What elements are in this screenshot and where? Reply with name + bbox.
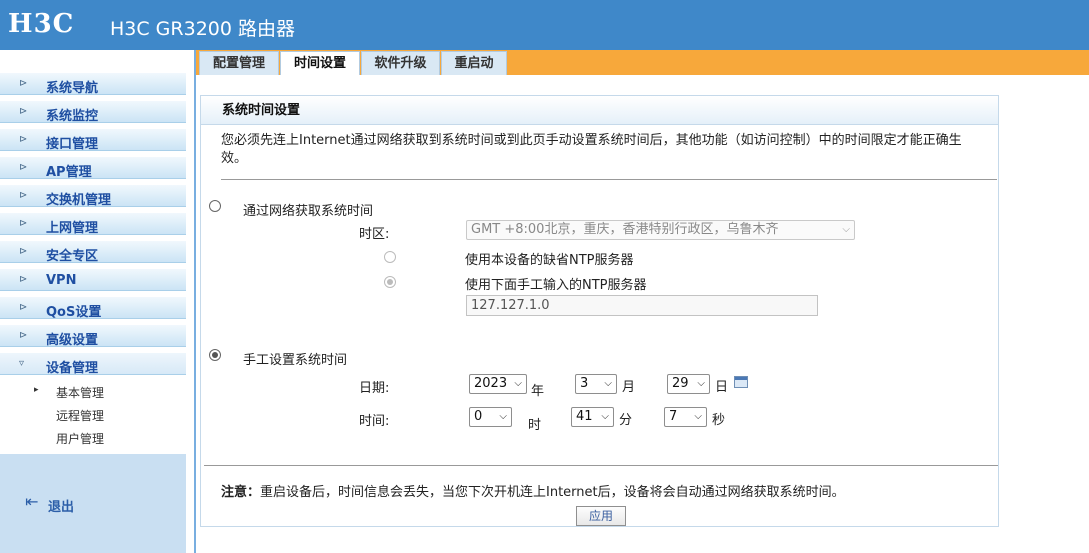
sidebar-item-ap[interactable]: ⊳ AP管理	[0, 154, 194, 182]
chevron-down-icon: ⌵	[604, 378, 612, 389]
ntp-manual-label: 使用下面手工输入的NTP服务器	[465, 278, 647, 293]
year-unit: 年	[531, 384, 545, 399]
time-label: 时间:	[359, 414, 390, 429]
expand-arrow-icon: ⊳	[19, 106, 28, 117]
network-time-radio[interactable]	[209, 200, 221, 212]
sidebar-item-system-nav[interactable]: ⊳ 系统导航	[0, 70, 194, 98]
chevron-down-icon: ⌵	[842, 224, 850, 235]
logout-icon[interactable]: ⇤	[25, 492, 38, 511]
tab-bar: 配置管理 时间设置 软件升级 重启动	[196, 50, 1089, 75]
submenu-item-remote[interactable]: 远程管理	[0, 403, 194, 426]
minute-select[interactable]: 41 ⌵	[571, 407, 614, 427]
month-unit: 月	[622, 380, 636, 395]
submenu-item-users[interactable]: 用户管理	[0, 426, 194, 449]
network-time-label: 通过网络获取系统时间	[243, 204, 374, 219]
note-text: 注意：重启设备后，时间信息会丢失，当您下次开机连上Internet后，设备将会自…	[221, 485, 845, 500]
expand-arrow-icon: ⊳	[19, 162, 28, 173]
date-label: 日期:	[359, 381, 390, 396]
second-select[interactable]: 7 ⌵	[664, 407, 707, 427]
apply-button[interactable]: 应用	[576, 506, 626, 526]
sidebar-item-switch[interactable]: ⊳ 交换机管理	[0, 182, 194, 210]
ntp-default-label: 使用本设备的缺省NTP服务器	[465, 253, 634, 268]
logout-link[interactable]: 退出	[48, 496, 74, 515]
minute-unit: 分	[619, 413, 633, 428]
second-unit: 秒	[712, 413, 726, 428]
divider	[221, 179, 997, 180]
app-title: H3C GR3200 路由器	[110, 18, 295, 40]
selected-arrow-icon: ▸	[34, 385, 39, 395]
h3c-logo: H3C	[8, 9, 75, 39]
timezone-select[interactable]: GMT +8:00北京，重庆，香港特别行政区，乌鲁木齐 ⌵	[466, 220, 855, 240]
day-select[interactable]: 29 ⌵	[667, 374, 710, 394]
manual-time-radio[interactable]	[209, 349, 221, 361]
panel-title: 系统时间设置	[201, 96, 998, 125]
chevron-down-icon: ⌵	[499, 411, 507, 422]
app-header: H3C H3C GR3200 路由器	[0, 0, 1089, 50]
tab-time[interactable]: 时间设置	[280, 51, 360, 75]
expand-arrow-icon: ⊳	[19, 274, 28, 285]
expand-arrow-icon: ⊳	[19, 330, 28, 341]
expand-arrow-icon: ⊳	[19, 134, 28, 145]
sidebar: ⊳ 系统导航 ⊳ 系统监控 ⊳ 接口管理 ⊳ AP管理 ⊳ 交换机管理 ⊳ 上网管理 ⊳ 安全…	[0, 50, 196, 553]
calendar-icon[interactable]	[734, 376, 748, 388]
sidebar-item-system-monitor[interactable]: ⊳ 系统监控	[0, 98, 194, 126]
submenu-item-basic[interactable]: ▸ 基本管理	[0, 380, 194, 403]
hour-select[interactable]: 0 ⌵	[469, 407, 512, 427]
sidebar-item-qos[interactable]: ⊳ QoS设置	[0, 294, 194, 322]
tab-reboot[interactable]: 重启动	[441, 51, 507, 75]
month-select[interactable]: 3 ⌵	[575, 374, 617, 394]
hour-unit: 时	[528, 418, 542, 433]
sidebar-item-advanced[interactable]: ⊳ 高级设置	[0, 322, 194, 350]
ntp-default-radio[interactable]	[384, 251, 396, 263]
sidebar-item-vpn[interactable]: ⊳ VPN	[0, 266, 194, 294]
sidebar-item-internet[interactable]: ⊳ 上网管理	[0, 210, 194, 238]
sidebar-item-interface[interactable]: ⊳ 接口管理	[0, 126, 194, 154]
expand-arrow-icon: ⊳	[19, 246, 28, 257]
expand-arrow-icon: ⊳	[19, 190, 28, 201]
collapse-arrow-icon: ▿	[19, 358, 25, 369]
tab-config[interactable]: 配置管理	[199, 51, 279, 75]
year-select[interactable]: 2023 ⌵	[469, 374, 527, 394]
sidebar-item-security[interactable]: ⊳ 安全专区	[0, 238, 194, 266]
timezone-label: 时区:	[359, 227, 390, 242]
device-submenu: ▸ 基本管理 远程管理 用户管理	[0, 380, 194, 449]
chevron-down-icon: ⌵	[514, 378, 522, 389]
expand-arrow-icon: ⊳	[19, 78, 28, 89]
divider	[204, 465, 998, 466]
chevron-down-icon: ⌵	[694, 411, 702, 422]
time-settings-panel: 系统时间设置 您必须先连上Internet通过网络获取到系统时间或到此页手动设置…	[200, 95, 999, 527]
manual-time-label: 手工设置系统时间	[243, 353, 348, 368]
expand-arrow-icon: ⊳	[19, 218, 28, 229]
ntp-manual-radio[interactable]	[384, 276, 396, 288]
expand-arrow-icon: ⊳	[19, 302, 28, 313]
tab-upgrade[interactable]: 软件升级	[361, 51, 440, 75]
ntp-server-input[interactable]: 127.127.1.0	[466, 295, 818, 316]
day-unit: 日	[715, 380, 729, 395]
notice-text: 您必须先连上Internet通过网络获取到系统时间或到此页手动设置系统时间后，其…	[221, 133, 962, 166]
logout-area: ⇤ 退出	[0, 454, 186, 553]
chevron-down-icon: ⌵	[697, 378, 705, 389]
sidebar-item-device[interactable]: ▿ 设备管理	[0, 350, 194, 378]
chevron-down-icon: ⌵	[601, 411, 609, 422]
